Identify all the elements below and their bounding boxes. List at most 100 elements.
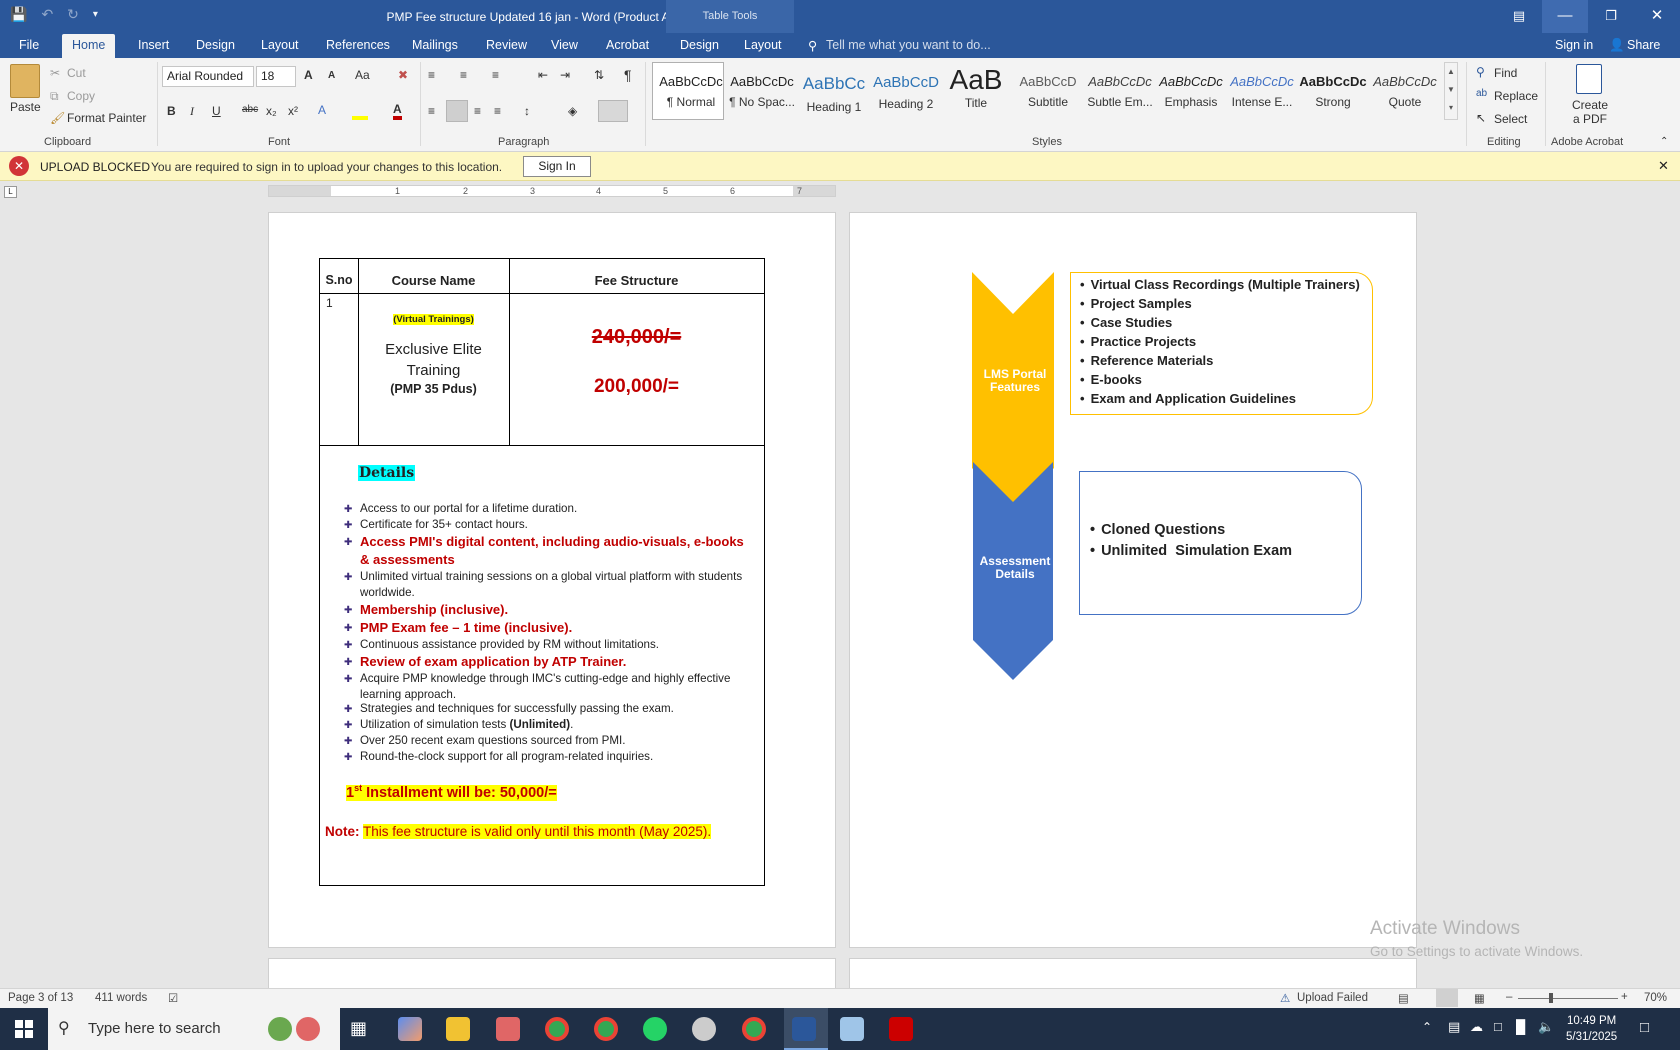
style-item[interactable]: AaBbCc Heading 1 (799, 64, 869, 122)
show-marks-icon[interactable]: ¶ (624, 67, 632, 83)
zoom-out-button[interactable]: – (1506, 991, 1512, 1003)
tab-view[interactable]: View (551, 38, 578, 52)
display-icon[interactable]: □ (1494, 1019, 1502, 1034)
minimize-button[interactable]: — (1542, 0, 1588, 33)
ribbon-display-icon[interactable]: ▤ (1496, 0, 1542, 33)
style-item[interactable]: AaBbCcDc ¶ Normal (656, 64, 726, 122)
font-color-button[interactable]: A (393, 102, 402, 120)
style-item[interactable]: AaB Title (941, 64, 1011, 122)
zoom-in-button[interactable]: + (1621, 991, 1628, 1003)
superscript-button[interactable]: x² (288, 104, 298, 118)
find-button[interactable]: Find (1494, 66, 1517, 80)
print-layout-icon[interactable] (1436, 989, 1458, 1007)
show-hidden-icons[interactable]: ⌃ (1422, 1020, 1432, 1034)
clock-app-icon[interactable] (692, 1017, 716, 1041)
change-case-button[interactable]: Aa (355, 68, 370, 82)
word-icon[interactable] (792, 1017, 816, 1041)
read-mode-icon[interactable]: ▤ (1398, 991, 1409, 1005)
align-center-icon[interactable] (446, 100, 468, 122)
word-count[interactable]: 411 words (95, 992, 147, 1004)
tab-table-layout[interactable]: Layout (744, 38, 782, 52)
chrome-icon-3[interactable] (742, 1017, 766, 1041)
underline-button[interactable]: U (212, 104, 221, 118)
font-name-select[interactable]: Arial Rounded (162, 66, 254, 87)
decrease-indent-icon[interactable]: ⇤ (538, 68, 548, 82)
tell-me-box[interactable]: Tell me what you want to do... (826, 38, 991, 52)
multilevel-list-icon[interactable]: ≡ (492, 68, 499, 82)
pin-app-icon[interactable] (496, 1017, 520, 1041)
upload-failed-status[interactable]: Upload Failed (1297, 992, 1368, 1004)
start-button[interactable] (15, 1020, 33, 1038)
restore-button[interactable]: ❐ (1588, 0, 1634, 33)
horizontal-ruler[interactable]: 1 2 3 4 5 6 7 (268, 185, 836, 197)
highlight-icon[interactable] (352, 116, 368, 120)
font-size-select[interactable]: 18 (256, 66, 296, 87)
create-pdf-button[interactable]: Create a PDF (1570, 98, 1610, 126)
acrobat-icon[interactable] (889, 1017, 913, 1041)
style-item[interactable]: AaBbCcDc Strong (1298, 64, 1368, 122)
network-icon[interactable]: █ (1516, 1019, 1525, 1034)
styles-scroll[interactable]: ▲ ▼ ▾ (1444, 62, 1458, 120)
tab-review[interactable]: Review (486, 38, 527, 52)
tab-home[interactable]: Home (62, 34, 116, 58)
grow-font-button[interactable]: A (304, 68, 313, 82)
borders-icon[interactable] (598, 100, 628, 122)
tab-insert[interactable]: Insert (138, 38, 169, 52)
align-right-icon[interactable]: ≡ (474, 104, 481, 118)
notepad-icon[interactable] (840, 1017, 864, 1041)
style-item[interactable]: AaBbCcDc ¶ No Spac... (727, 64, 797, 122)
proofing-icon[interactable]: ☑ (168, 991, 178, 1005)
cloud-icon[interactable]: ☁ (1470, 1019, 1483, 1035)
justify-icon[interactable]: ≡ (494, 104, 501, 118)
chrome-icon[interactable] (545, 1017, 569, 1041)
numbering-icon[interactable]: ≡ (460, 68, 467, 82)
close-bar-icon[interactable]: ✕ (1658, 158, 1669, 174)
page-count[interactable]: Page 3 of 13 (8, 992, 73, 1004)
line-spacing-icon[interactable]: ↕ (524, 104, 530, 118)
increase-indent-icon[interactable]: ⇥ (560, 68, 570, 82)
cut-button[interactable]: Cut (67, 66, 86, 80)
italic-button[interactable]: I (190, 104, 194, 119)
style-item[interactable]: AaBbCcD Heading 2 (871, 64, 941, 122)
sign-in-button[interactable]: Sign In (523, 156, 591, 177)
task-view-icon[interactable]: ▦ (350, 1018, 367, 1039)
zoom-slider[interactable] (1518, 998, 1618, 999)
shrink-font-button[interactable]: A (328, 70, 335, 81)
parrot-app-icon-2[interactable] (296, 1017, 320, 1041)
tab-mailings[interactable]: Mailings (412, 38, 458, 52)
tray-icon-1[interactable]: ▤ (1448, 1019, 1460, 1035)
tab-references[interactable]: References (326, 38, 390, 52)
strikethrough-button[interactable]: abc (242, 104, 258, 115)
copilot-icon[interactable] (398, 1017, 422, 1041)
subscript-button[interactable]: x₂ (266, 104, 277, 118)
tab-file[interactable]: File (19, 38, 39, 52)
align-left-icon[interactable]: ≡ (428, 104, 435, 118)
format-painter-button[interactable]: Format Painter (67, 111, 146, 125)
collapse-ribbon-icon[interactable]: ⌃ (1660, 136, 1668, 147)
chrome-icon-2[interactable] (594, 1017, 618, 1041)
sign-in-link[interactable]: Sign in (1555, 38, 1593, 52)
volume-icon[interactable]: 🔈 (1538, 1019, 1554, 1035)
bullets-icon[interactable]: ≡ (428, 68, 435, 82)
style-item[interactable]: AaBbCcDc Quote (1370, 64, 1440, 122)
replace-button[interactable]: Replace (1494, 89, 1538, 103)
tab-selector[interactable]: L (4, 186, 17, 198)
select-button[interactable]: Select (1494, 112, 1527, 126)
parrot-app-icon[interactable] (268, 1017, 292, 1041)
tab-acrobat[interactable]: Acrobat (606, 38, 649, 52)
text-effects-icon[interactable]: A (318, 103, 326, 117)
copy-button[interactable]: Copy (67, 89, 95, 103)
style-item[interactable]: AaBbCcDc Intense E... (1227, 64, 1297, 122)
bold-button[interactable]: B (167, 104, 176, 118)
shading-icon[interactable]: ◈ (568, 104, 577, 118)
web-layout-icon[interactable]: ▦ (1474, 991, 1485, 1005)
zoom-slider-thumb[interactable] (1549, 993, 1553, 1003)
sort-icon[interactable]: ⇅ (594, 68, 604, 82)
notification-icon[interactable]: □ (1640, 1019, 1649, 1036)
style-item[interactable]: AaBbCcDc Subtle Em... (1085, 64, 1155, 122)
tab-design[interactable]: Design (196, 38, 235, 52)
style-item[interactable]: AaBbCcDc Emphasis (1156, 64, 1226, 122)
paste-button[interactable]: Paste (10, 100, 41, 114)
tab-table-design[interactable]: Design (680, 38, 719, 52)
clear-format-icon[interactable]: ✖ (398, 68, 408, 82)
